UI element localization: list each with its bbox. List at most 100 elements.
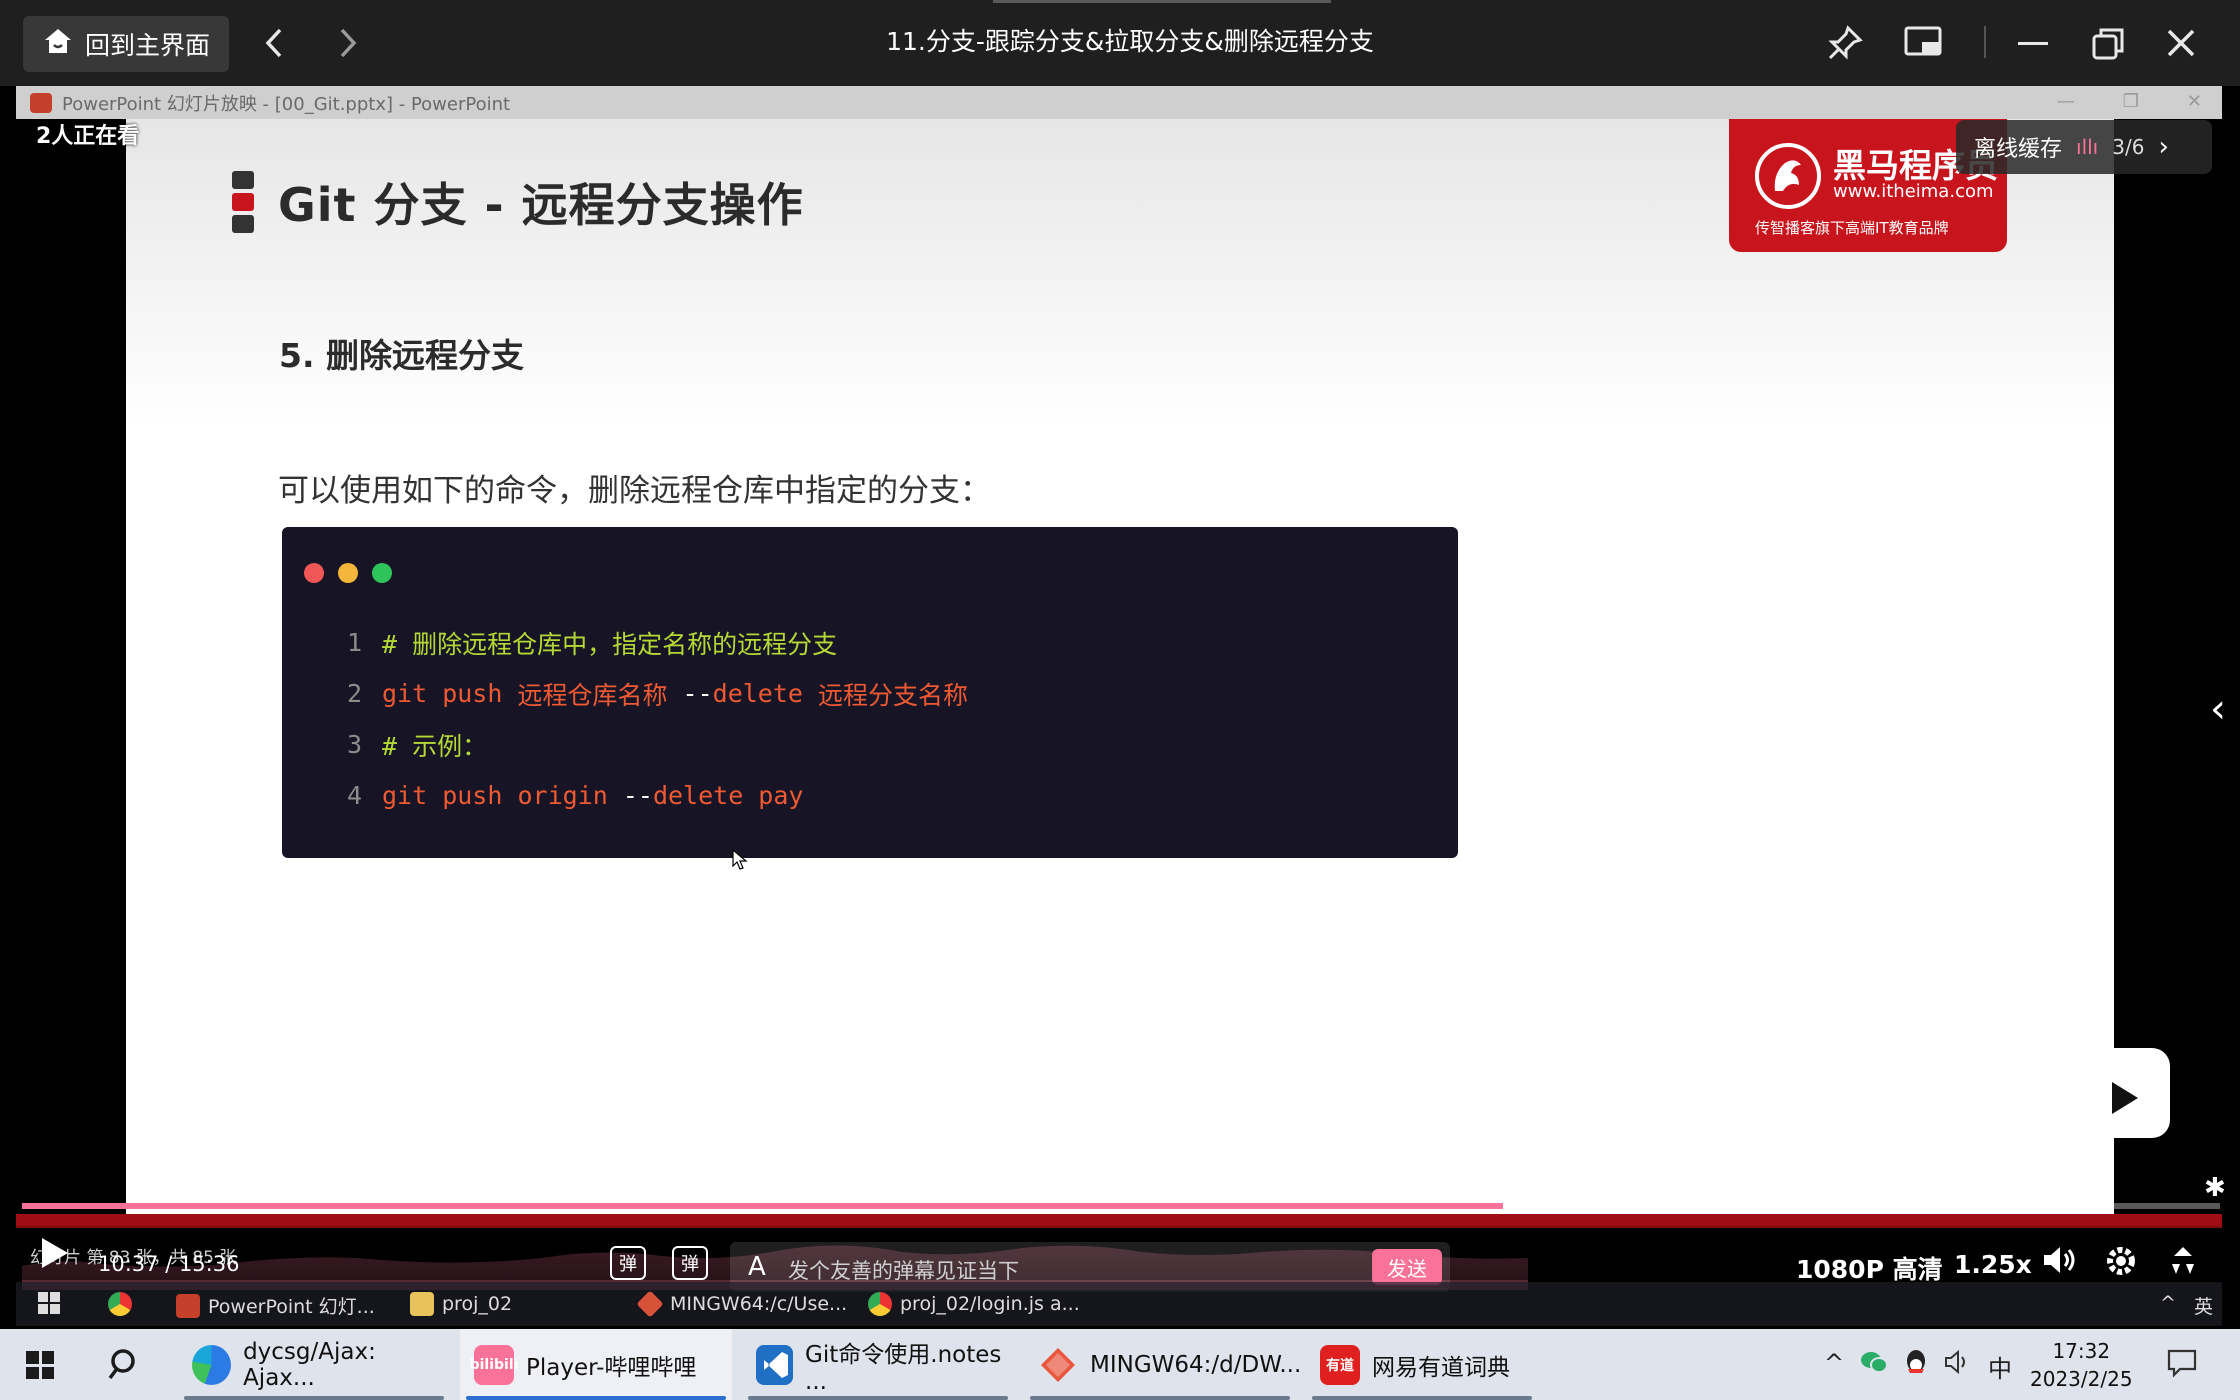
windows-start-icon[interactable] [26,1351,54,1379]
code-flag: delete [712,679,803,708]
ppt-window-controls: — ❐ ✕ [2057,91,2202,112]
home-button[interactable]: 回到主界面 [23,16,229,72]
system-clock[interactable]: 17:32 2023/2/25 [2030,1337,2133,1393]
ppt-window-bar: PowerPoint 幻灯片放映 - [00_Git.pptx] - Power… [16,86,2222,119]
horse-logo-icon [1755,143,1821,209]
taskbar-item-mingw[interactable]: MINGW64:/d/DW... [1024,1329,1301,1400]
danmaku-settings-icon[interactable]: 弹 [672,1246,708,1280]
mouse-cursor-icon [732,848,748,875]
progress-knob-icon[interactable]: ✱ [2204,1173,2226,1203]
restore-icon[interactable] [2092,28,2124,60]
taskbar-item-edge[interactable]: dycsg/Ajax: Ajax... [178,1329,450,1400]
captured-task-label: PowerPoint 幻灯... [208,1296,375,1318]
play-icon[interactable] [40,1236,70,1279]
bilibili-icon: bilibili [470,1344,518,1385]
code-lines: 1 # 删除远程仓库中，指定名称的远程分支 2 git push 远程仓库名称 … [332,617,968,821]
clock-date: 2023/2/25 [2030,1367,2133,1391]
code-command: git push origin [382,781,623,810]
fullscreen-icon[interactable] [2166,1244,2200,1286]
home-icon [43,27,73,61]
code-comment: # 示例： [382,731,488,761]
code-line: 3 # 示例： [332,719,968,770]
captured-taskbar: PowerPoint 幻灯... proj_02 MINGW64:/c/Use.… [16,1282,2222,1326]
ppt-window-title: PowerPoint 幻灯片放映 - [00_Git.pptx] - Power… [62,93,511,115]
video-player[interactable]: PowerPoint 幻灯片放映 - [00_Git.pptx] - Power… [0,86,2240,1329]
section-heading: 5. 删除远程分支 [279,336,524,375]
captured-ime-indicator: 英 [2194,1296,2214,1318]
code-comment: # 删除远程仓库中，指定名称的远程分支 [382,629,838,659]
code-line: 2 git push 远程仓库名称 -- delete 远程分支名称 [332,668,968,719]
slide-description: 可以使用如下的命令，删除远程仓库中指定的分支： [278,473,991,509]
video-title: 11.分支-跟踪分支&拉取分支&删除远程分支 [886,27,1374,56]
taskbar-item-label: 网易有道词典 [1372,1354,1510,1381]
notification-icon[interactable] [2166,1347,2198,1385]
qq-tray-icon[interactable] [1904,1349,1928,1383]
wechat-tray-icon[interactable] [1860,1349,1888,1381]
side-panel-toggle-icon[interactable]: ‹ [2210,686,2226,732]
taskbar-item-label: dycsg/Ajax: Ajax... [243,1338,376,1391]
captured-start-icon [38,1292,60,1314]
line-number: 4 [346,781,362,810]
captured-task-item: PowerPoint 幻灯... [176,1292,375,1319]
send-button[interactable]: 发送 [1372,1249,1442,1285]
taskbar-item-label: MINGW64:/d/DW... [1090,1351,1302,1378]
code-dot-yellow [338,563,358,583]
code-dot-green [372,563,392,583]
video-progress-bar[interactable] [22,1203,2220,1209]
taskbar-item-underline [1312,1396,1532,1400]
speed-selector[interactable]: 1.25x [1954,1250,2032,1279]
search-icon[interactable] [108,1347,142,1389]
audio-wave-icon: ıllı [2076,135,2099,159]
code-argument: 远程仓库名称 [502,680,683,710]
offline-cache-button[interactable]: 离线缓存 ıllı 3/6 › [1956,120,2212,174]
captured-chrome-icon [108,1292,132,1316]
settings-gear-icon[interactable] [2104,1244,2138,1286]
text-style-icon[interactable]: A [748,1252,766,1282]
captured-task-label: MINGW64:/c/Use... [670,1293,848,1315]
taskbar-item-bilibili[interactable]: bilibili Player-哔哩哔哩 [460,1329,732,1400]
captured-task-label: proj_02/login.js a... [900,1293,1080,1315]
code-flag: delete pay [652,781,804,810]
volume-icon[interactable] [2042,1244,2076,1284]
time-display: 10:37 / 15:36 [98,1252,240,1276]
taskbar-item-vscode[interactable]: Git命令使用.notes ... [742,1329,1014,1400]
ppt-close-icon: ✕ [2186,91,2202,112]
bilibili-tv-icon[interactable] [2074,1047,2170,1138]
powerpoint-icon [176,1293,200,1318]
quality-selector[interactable]: 1080P 高清 [1796,1250,1943,1286]
code-line: 1 # 删除远程仓库中，指定名称的远程分支 [332,617,968,668]
code-line: 4 git push origin -- delete pay [332,770,968,821]
slide-title: Git 分支 - 远程分支操作 [278,178,804,232]
code-block: 1 # 删除远程仓库中，指定名称的远程分支 2 git push 远程仓库名称 … [282,527,1458,858]
code-flag-dash: -- [622,781,653,810]
git-bash-icon [1038,1345,1078,1385]
taskbar-item-label: Git命令使用.notes ... [805,1341,1002,1395]
back-icon[interactable] [262,26,288,60]
danmaku-toggle-icon[interactable]: 弹 [610,1246,646,1280]
ime-indicator[interactable]: 中 [1988,1349,2012,1384]
youdao-icon: 有道 [1320,1344,1360,1385]
pip-icon[interactable] [1904,26,1942,58]
home-button-label: 回到主界面 [85,31,211,60]
captured-task-item: proj_02 [410,1292,512,1316]
speaker-tray-icon[interactable] [1944,1349,1972,1381]
slide: Git 分支 - 远程分支操作 黑马程序员 www.itheima.com 传智… [126,119,2114,1219]
forward-icon[interactable] [334,26,360,60]
app-root: 回到主界面 11.分支-跟踪分支&拉取分支&删除远程分支 PowerPoint … [0,0,2240,1400]
ppt-restore-icon: ❐ [2122,91,2139,112]
line-number: 1 [346,628,362,657]
captured-tray-chevron-icon: ^ [2160,1292,2176,1314]
chevron-right-icon: › [2158,132,2169,162]
vscode-icon [756,1344,794,1385]
git-icon [636,1290,664,1318]
taskbar-item-label: Player-哔哩哔哩 [526,1354,697,1381]
taskbar-item-youdao[interactable]: 有道 网易有道词典 [1306,1329,1538,1400]
line-number: 2 [346,679,362,708]
tray-chevron-up-icon[interactable]: ^ [1824,1349,1844,1377]
close-icon[interactable] [2166,28,2196,58]
titlebar-divider [1984,26,1986,58]
taskbar-item-underline [466,1396,726,1400]
minimize-icon[interactable] [2018,42,2048,46]
pin-icon[interactable] [1826,24,1864,62]
danmaku-placeholder: 发个友善的弹幕见证当下 [788,1259,1019,1283]
